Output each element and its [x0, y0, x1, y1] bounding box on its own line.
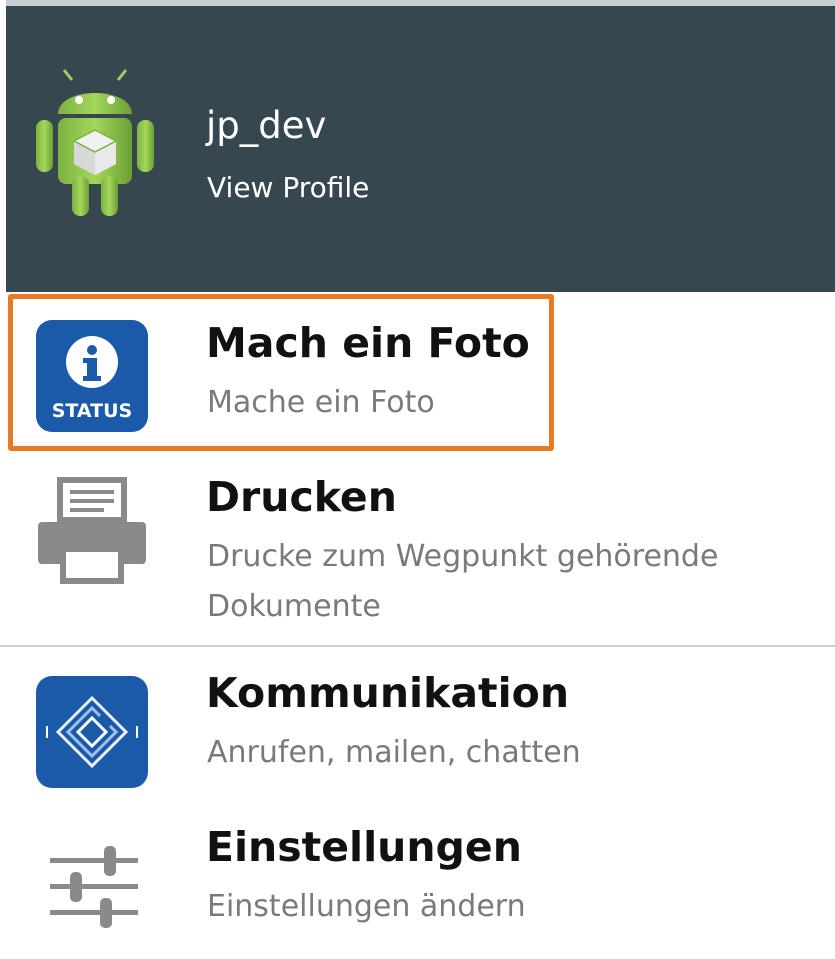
- menu-item-subtitle: Drucke zum Wegpunkt gehörende Dokumente: [207, 539, 719, 624]
- menu-item-kommunikation[interactable]: Kommunikation Anrufen, mailen, chatten: [6, 646, 835, 802]
- sliders-icon: [50, 846, 138, 928]
- menu-item-title: Drucken: [206, 473, 397, 521]
- menu-item-einstellungen[interactable]: Einstellungen Einstellungen ändern: [6, 802, 835, 959]
- android-robot-icon[interactable]: [34, 68, 156, 218]
- status-info-icon: STATUS: [36, 320, 148, 432]
- view-profile-link[interactable]: View Profile: [207, 170, 369, 206]
- menu-item-subtitle: Anrufen, mailen, chatten: [207, 735, 581, 770]
- profile-username[interactable]: jp_dev: [206, 104, 326, 148]
- printer-icon: [38, 477, 146, 584]
- menu-item-title: Einstellungen: [206, 823, 522, 871]
- menu-list: STATUS Mach ein Foto Mache ein Foto Druc…: [6, 292, 835, 959]
- menu-item-title: Kommunikation: [206, 669, 570, 717]
- communication-icon: [36, 676, 148, 788]
- menu-item-title: Mach ein Foto: [206, 319, 530, 367]
- menu-item-mach-ein-foto[interactable]: STATUS Mach ein Foto Mache ein Foto: [6, 292, 835, 448]
- menu-item-subtitle: Einstellungen ändern: [207, 889, 526, 924]
- menu-item-subtitle: Mache ein Foto: [207, 385, 435, 420]
- menu-item-drucken[interactable]: Drucken Drucke zum Wegpunkt gehörende Do…: [6, 448, 835, 644]
- menu-divider: [0, 645, 835, 647]
- status-icon-label: STATUS: [52, 400, 132, 422]
